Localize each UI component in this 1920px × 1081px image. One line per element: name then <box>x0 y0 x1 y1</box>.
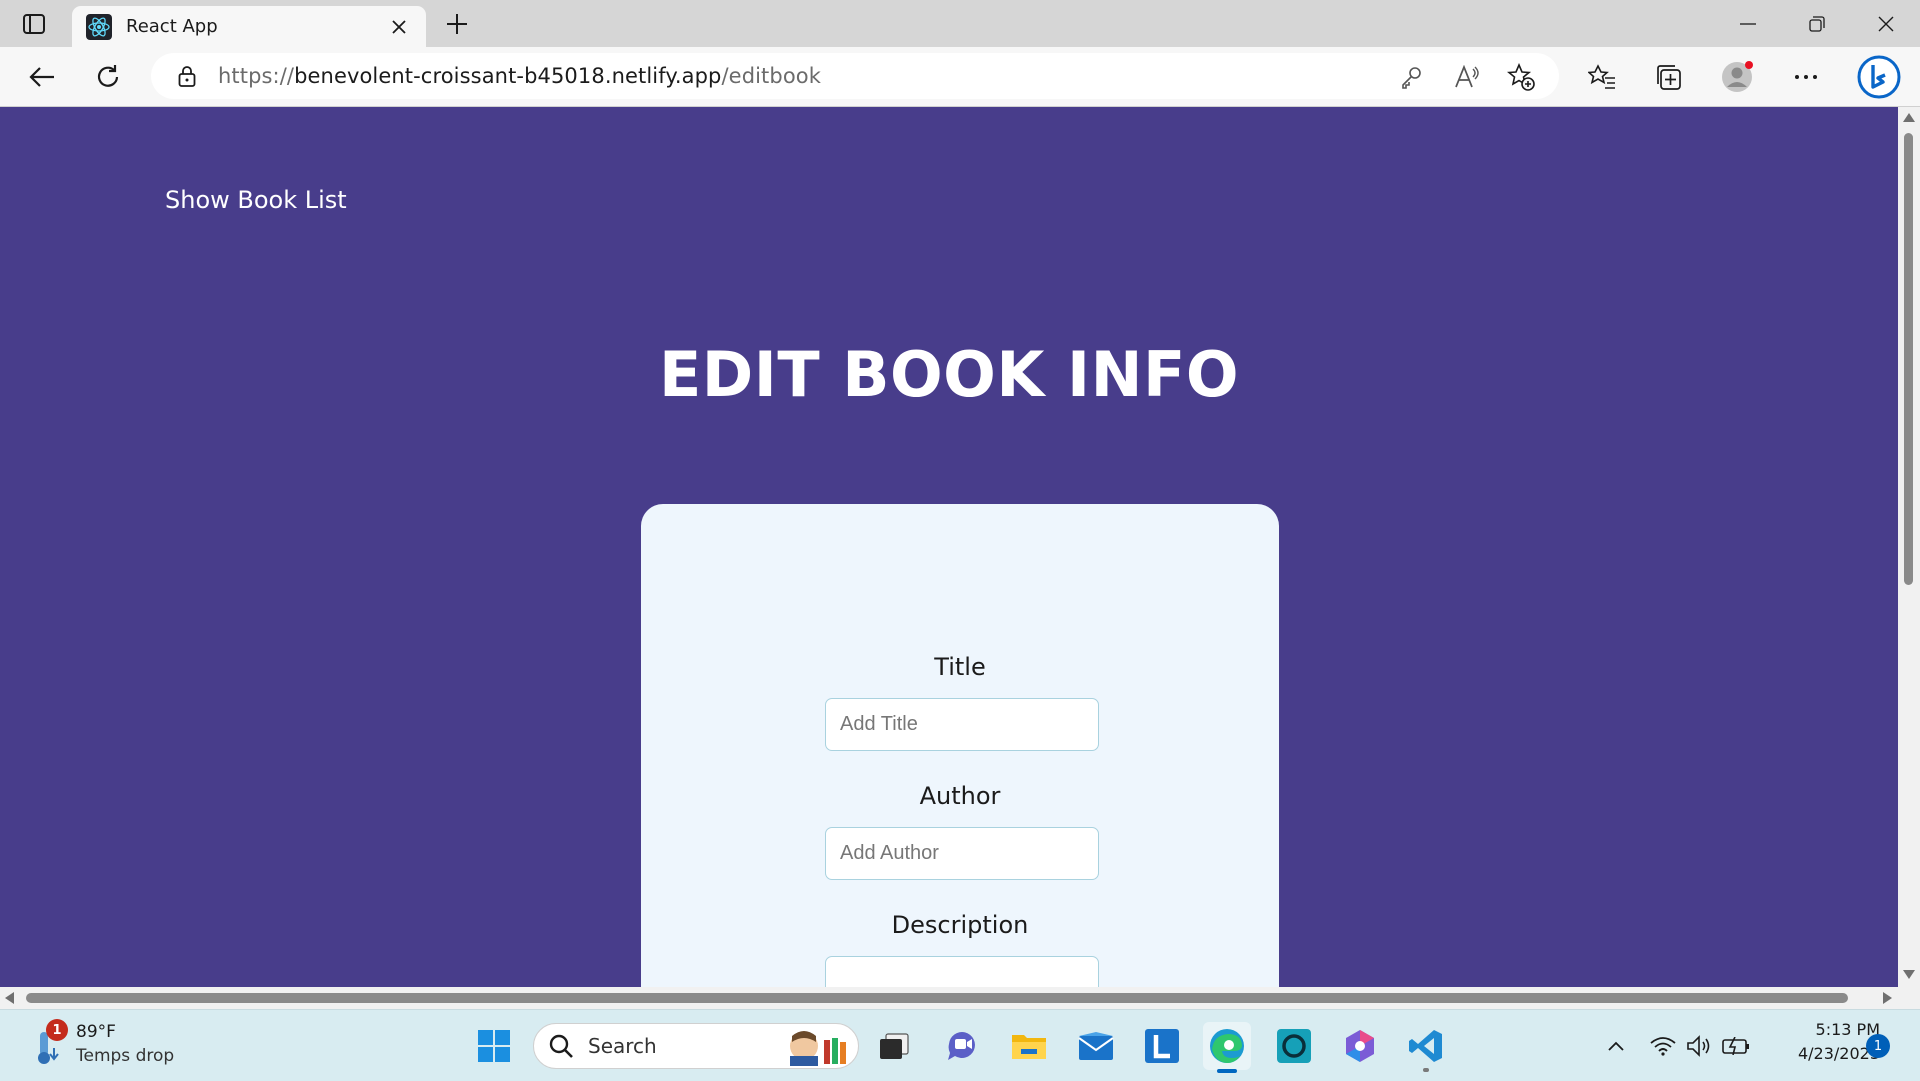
collections-icon[interactable] <box>1648 57 1688 97</box>
profile-avatar-icon[interactable] <box>1717 57 1757 97</box>
refresh-icon[interactable] <box>88 57 128 97</box>
page-viewport: Show Book List EDIT BOOK INFO Title Auth… <box>0 107 1898 987</box>
task-view-icon[interactable] <box>870 1022 918 1070</box>
file-explorer-icon[interactable] <box>1005 1022 1053 1070</box>
page-title: EDIT BOOK INFO <box>658 338 1240 411</box>
react-icon <box>86 13 112 40</box>
back-icon[interactable] <box>22 57 62 97</box>
scroll-right-icon[interactable] <box>1883 992 1892 1004</box>
horizontal-scroll-thumb[interactable] <box>26 993 1848 1003</box>
system-clock[interactable]: 5:13 PM 4/23/2023 <box>1760 1018 1880 1066</box>
volume-icon[interactable] <box>1684 1030 1714 1062</box>
clock-time: 5:13 PM <box>1815 1020 1880 1039</box>
mail-icon[interactable] <box>1072 1022 1120 1070</box>
close-tab-icon[interactable] <box>386 14 412 40</box>
more-options-icon[interactable] <box>1786 57 1826 97</box>
weather-badge: 1 <box>46 1019 68 1041</box>
alexa-icon[interactable] <box>1270 1022 1318 1070</box>
wifi-icon[interactable] <box>1648 1030 1678 1062</box>
title-label: Title <box>934 653 986 681</box>
add-favorite-icon[interactable] <box>1507 63 1535 91</box>
horizontal-scrollbar[interactable] <box>0 987 1898 1009</box>
lock-icon[interactable] <box>176 64 198 88</box>
scroll-left-icon[interactable] <box>5 992 14 1004</box>
notification-badge[interactable]: 1 <box>1866 1034 1890 1058</box>
vertical-scrollbar[interactable] <box>1898 107 1920 987</box>
weather-temp: 89°F <box>76 1022 116 1042</box>
l-app-icon[interactable] <box>1138 1022 1186 1070</box>
copilot-icon[interactable] <box>1336 1022 1384 1070</box>
battery-icon[interactable] <box>1720 1030 1752 1062</box>
active-indicator <box>1217 1069 1237 1073</box>
address-bar[interactable]: https://benevolent-croissant-b45018.netl… <box>151 53 1559 99</box>
scroll-down-icon[interactable] <box>1903 970 1915 979</box>
vertical-scroll-thumb[interactable] <box>1904 133 1913 585</box>
teams-icon[interactable] <box>939 1022 987 1070</box>
search-label: Search <box>588 1034 657 1058</box>
running-indicator <box>1423 1068 1429 1072</box>
scrollbar-corner <box>1898 987 1920 1009</box>
taskbar-search[interactable]: Search <box>533 1023 859 1069</box>
browser-toolbar: https://benevolent-croissant-b45018.netl… <box>0 47 1920 107</box>
vscode-icon[interactable] <box>1402 1022 1450 1072</box>
search-icon <box>549 1034 573 1058</box>
title-input[interactable] <box>825 698 1099 751</box>
bing-copilot-icon[interactable] <box>1855 53 1903 101</box>
close-window-icon[interactable] <box>1851 0 1920 47</box>
weather-condition: Temps drop <box>76 1046 175 1066</box>
clock-date: 4/23/2023 <box>1797 1044 1880 1063</box>
restore-icon[interactable] <box>1782 0 1851 47</box>
password-key-icon[interactable] <box>1398 63 1426 91</box>
edge-icon[interactable] <box>1203 1022 1251 1073</box>
browser-tab[interactable]: React App <box>72 6 426 47</box>
search-highlight-icon <box>790 1031 846 1066</box>
edit-book-form: Title Author Description <box>641 504 1279 987</box>
new-tab-icon[interactable] <box>440 9 474 39</box>
tab-title: React App <box>126 16 218 37</box>
show-book-list-link[interactable]: Show Book List <box>165 186 347 214</box>
tab-actions-icon[interactable] <box>14 10 54 38</box>
url-text: https://benevolent-croissant-b45018.netl… <box>218 64 821 88</box>
start-icon[interactable] <box>470 1022 518 1070</box>
author-input[interactable] <box>825 827 1099 880</box>
favorites-icon[interactable] <box>1582 57 1622 97</box>
description-label: Description <box>891 911 1029 939</box>
taskbar: 1 89°F Temps drop Search 5:13 PM 4/23/20… <box>0 1009 1920 1081</box>
minimize-icon[interactable] <box>1713 0 1782 47</box>
author-label: Author <box>919 782 1001 810</box>
tab-strip: React App <box>0 0 1920 47</box>
description-input[interactable] <box>825 956 1099 987</box>
scroll-up-icon[interactable] <box>1903 113 1915 122</box>
read-aloud-icon[interactable] <box>1453 63 1481 91</box>
show-hidden-icons-icon[interactable] <box>1604 1030 1628 1062</box>
weather-widget[interactable]: 1 89°F Temps drop <box>28 1019 208 1070</box>
